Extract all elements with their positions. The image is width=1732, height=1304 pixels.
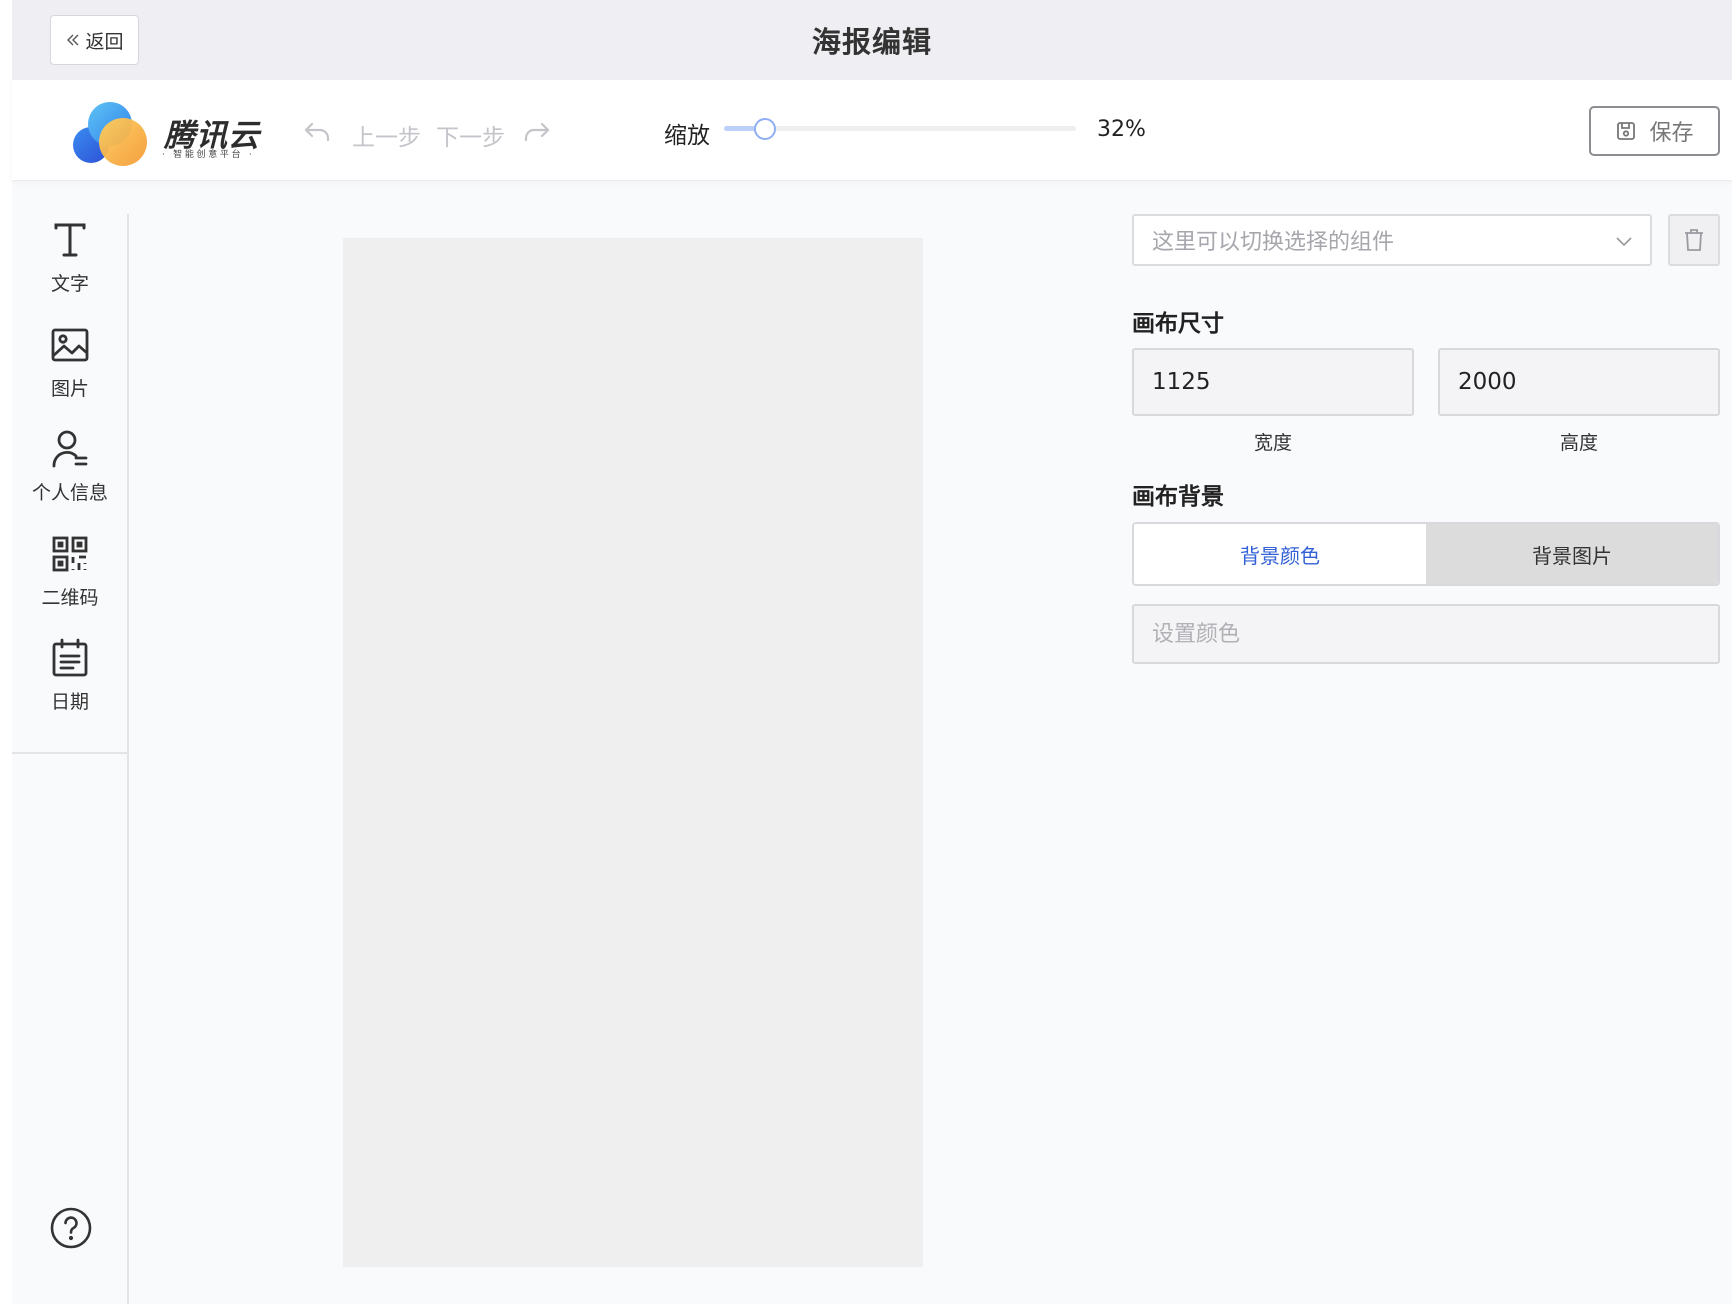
calendar-icon [52, 638, 88, 677]
height-caption: 高度 [1559, 432, 1598, 454]
app-window: 返回 海报编辑 腾讯云 · 智能创意平台 · 上一步 下一步 缩放 32% 保存… [12, 0, 1732, 1304]
tool-qrcode[interactable]: 二维码 [12, 533, 128, 629]
tool-label: 个人信息 [31, 482, 108, 504]
undo-icon[interactable] [302, 116, 332, 146]
tool-label: 文字 [50, 273, 89, 295]
zoom-value: 32% [1097, 117, 1146, 142]
chevron-down-icon [1616, 237, 1632, 247]
save-icon [1617, 122, 1636, 140]
image-icon [51, 328, 89, 362]
zoom-label: 缩放 [664, 123, 710, 149]
width-caption: 宽度 [1253, 432, 1292, 454]
text-icon [54, 223, 86, 257]
qrcode-icon [52, 536, 88, 572]
title-bar: 返回 海报编辑 [12, 0, 1732, 80]
canvas-size-label: 画布尺寸 [1132, 311, 1224, 337]
component-select[interactable]: 这里可以切换选择的组件 [1132, 214, 1652, 266]
panel-divider [127, 754, 129, 1304]
tab-background-image[interactable]: 背景图片 [1426, 524, 1718, 584]
tool-label: 二维码 [41, 587, 99, 609]
zoom-slider-handle[interactable] [754, 118, 776, 140]
component-toolbox: 文字 图片 个人信息 二维码 日期 [12, 214, 129, 754]
tab-background-color[interactable]: 背景颜色 [1134, 524, 1426, 584]
delete-component-button[interactable] [1668, 214, 1720, 266]
tool-image[interactable]: 图片 [12, 324, 128, 420]
tool-label: 图片 [50, 378, 89, 400]
logo-subtitle: · 智能创意平台 · [162, 149, 255, 160]
redo-icon[interactable] [522, 116, 552, 146]
redo-button[interactable]: 下一步 [436, 118, 505, 152]
poster-canvas[interactable] [343, 238, 923, 1267]
canvas-width-input[interactable] [1132, 348, 1414, 416]
component-select-placeholder: 这里可以切换选择的组件 [1152, 230, 1395, 255]
tool-date[interactable]: 日期 [12, 637, 128, 733]
user-info-icon [52, 430, 88, 468]
save-button[interactable]: 保存 [1589, 106, 1720, 156]
back-button-label: 返回 [85, 30, 124, 53]
canvas-height-input[interactable] [1438, 348, 1720, 416]
trash-icon [1685, 229, 1703, 251]
zoom-slider[interactable] [724, 118, 1076, 140]
canvas-background-label: 画布背景 [1132, 484, 1224, 510]
save-button-label: 保存 [1649, 121, 1694, 146]
help-icon[interactable] [49, 1206, 93, 1250]
back-button[interactable]: 返回 [50, 15, 139, 65]
tool-text[interactable]: 文字 [12, 219, 128, 315]
double-chevron-left-icon [67, 34, 79, 46]
background-color-input[interactable] [1132, 604, 1720, 664]
background-type-tabs: 背景颜色 背景图片 [1132, 522, 1720, 586]
undo-button[interactable]: 上一步 [352, 118, 421, 152]
tool-user-info[interactable]: 个人信息 [12, 428, 128, 524]
zoom-slider-track [724, 126, 1076, 131]
tool-label: 日期 [50, 691, 89, 713]
page-title: 海报编辑 [811, 25, 932, 59]
